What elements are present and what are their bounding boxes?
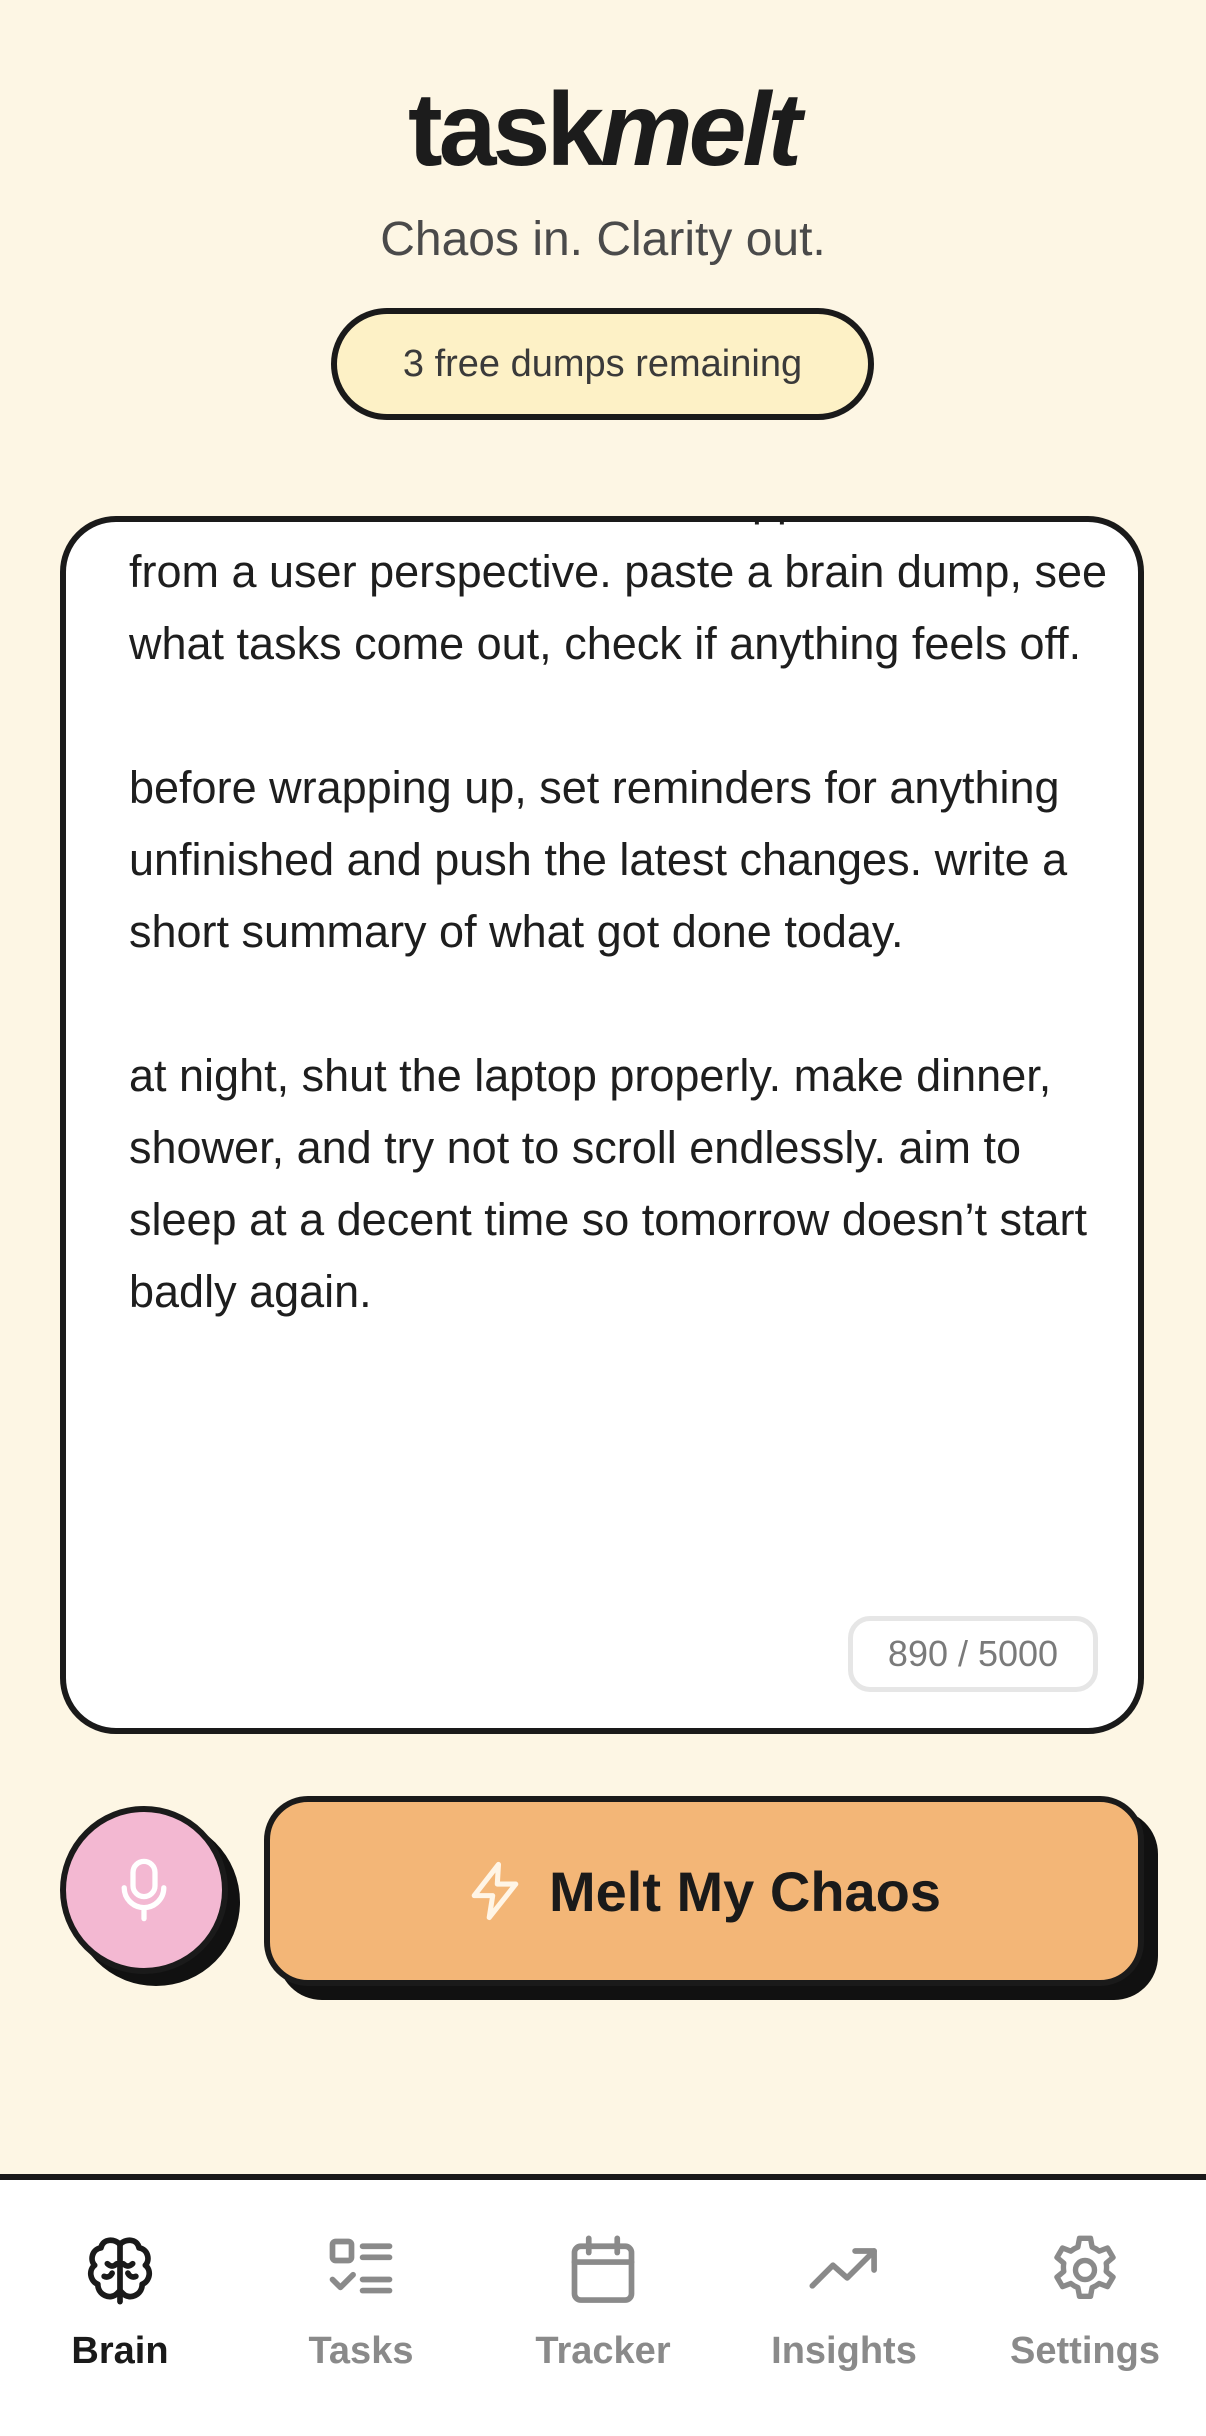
nav-label-insights: Insights: [771, 2330, 917, 2372]
nav-label-brain: Brain: [71, 2330, 169, 2372]
checklist-icon: [329, 2238, 393, 2294]
brain-dump-text[interactable]: later in the afternoon, test the app onc…: [129, 522, 1129, 1400]
nav-item-insights[interactable]: Insights: [724, 2232, 964, 2382]
free-dumps-badge-label: 3 free dumps remaining: [402, 342, 803, 385]
microphone-icon: [121, 1858, 167, 1922]
logo-melt: melt: [600, 72, 802, 188]
paragraph-afternoon: later in the afternoon, test the app onc…: [129, 522, 1108, 669]
character-counter: 890 / 5000: [848, 1616, 1098, 1692]
bottom-nav: Brain Tasks Tracker Insights Settings: [0, 2174, 1206, 2436]
nav-label-tracker: Tracker: [535, 2330, 671, 2372]
logo-task: task: [408, 72, 604, 188]
nav-item-tracker[interactable]: Tracker: [483, 2232, 723, 2382]
paragraph-wrap-up: before wrapping up, set reminders for an…: [129, 762, 1068, 957]
nav-label-tasks: Tasks: [308, 2330, 414, 2372]
melt-my-chaos-button[interactable]: Melt My Chaos: [264, 1796, 1144, 1986]
nav-item-tasks[interactable]: Tasks: [241, 2232, 481, 2382]
app-logo: taskmelt: [0, 78, 1206, 182]
tagline: Chaos in. Clarity out.: [380, 213, 826, 266]
microphone-button[interactable]: [60, 1806, 228, 1974]
gear-icon: [1054, 2235, 1116, 2299]
brain-icon: [87, 2237, 153, 2305]
nav-item-brain[interactable]: Brain: [0, 2232, 240, 2382]
lightning-icon: [471, 1861, 519, 1921]
melt-my-chaos-label: Melt My Chaos: [548, 1859, 942, 1923]
trending-up-icon: [809, 2248, 877, 2289]
paragraph-night: at night, shut the laptop properly. make…: [129, 1050, 1087, 1317]
nav-item-settings[interactable]: Settings: [965, 2232, 1205, 2382]
character-counter-label: 890 / 5000: [887, 1633, 1059, 1674]
nav-label-settings: Settings: [1010, 2330, 1160, 2372]
free-dumps-badge: 3 free dumps remaining: [331, 308, 874, 420]
brain-dump-textarea[interactable]: later in the afternoon, test the app onc…: [60, 516, 1144, 1734]
calendar-icon: [571, 2235, 635, 2303]
